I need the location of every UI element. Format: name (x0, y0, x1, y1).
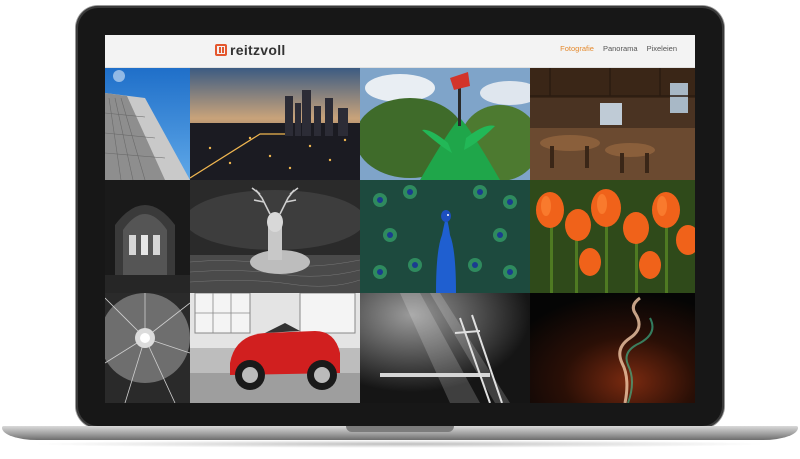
laptop-screen: reitzvoll Fotografie Panorama Pixeleien (105, 35, 695, 403)
gallery-tile-forest-light[interactable] (360, 293, 530, 403)
gallery-tile-dome[interactable] (105, 293, 190, 403)
gallery-tile-tulips[interactable] (530, 180, 695, 293)
main-nav: Fotografie Panorama Pixeleien (560, 44, 677, 53)
gallery-tile-city-dusk[interactable] (190, 68, 360, 180)
gallery-tile-deer[interactable] (190, 180, 360, 293)
gallery-tile-church-arches[interactable] (105, 180, 190, 293)
nav-item-pixeleien[interactable]: Pixeleien (647, 44, 677, 53)
nav-item-fotografie[interactable]: Fotografie (560, 44, 594, 53)
nav-item-panorama[interactable]: Panorama (603, 44, 638, 53)
laptop-notch (346, 426, 454, 432)
photo-gallery (105, 68, 695, 403)
laptop-shadow (30, 440, 770, 448)
logo-icon (215, 44, 227, 56)
gallery-tile-red-car[interactable] (190, 293, 360, 403)
site-header: reitzvoll Fotografie Panorama Pixeleien (105, 35, 695, 68)
gallery-tile-wooden-interior[interactable] (530, 68, 695, 180)
gallery-tile-skyscraper[interactable] (105, 68, 190, 180)
gallery-tile-smoke[interactable] (530, 293, 695, 403)
logo-text: reitzvoll (230, 42, 286, 58)
gallery-tile-peacock[interactable] (360, 180, 530, 293)
site-logo[interactable]: reitzvoll (215, 42, 286, 58)
gallery-tile-green-sculpture[interactable] (360, 68, 530, 180)
